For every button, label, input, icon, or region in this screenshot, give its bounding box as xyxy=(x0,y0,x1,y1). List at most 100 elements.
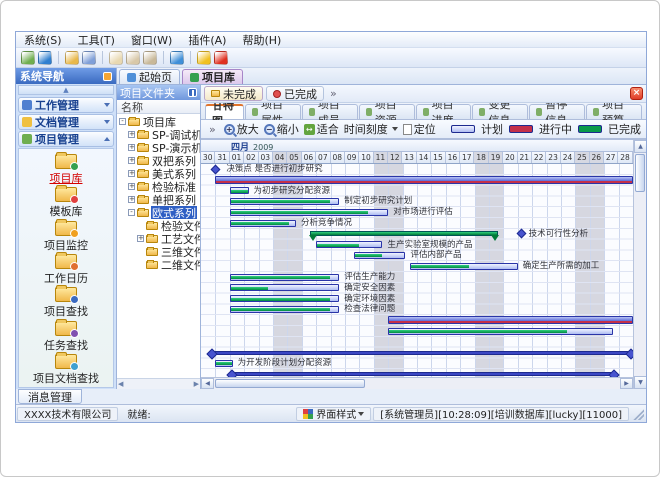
scroll-down-icon[interactable]: ▼ xyxy=(634,376,646,389)
task-bar[interactable] xyxy=(230,274,339,281)
vscroll-thumb[interactable] xyxy=(635,154,645,192)
view-tab[interactable]: 未完成 xyxy=(204,86,263,101)
task-bar[interactable] xyxy=(388,328,613,335)
window-layout-icon[interactable] xyxy=(82,51,96,65)
hscroll-thumb[interactable] xyxy=(215,379,365,388)
sidebar-group[interactable]: 项目管理 xyxy=(18,131,114,147)
exit-icon[interactable] xyxy=(214,51,228,65)
expand-icon[interactable]: + xyxy=(128,170,135,177)
close-icon[interactable]: × xyxy=(630,87,643,100)
view-tabs-overflow[interactable]: » xyxy=(327,87,340,100)
sidebar-item-selected[interactable]: 项目库 xyxy=(21,153,111,186)
open-folder-icon[interactable] xyxy=(65,51,79,65)
gantt-tab[interactable]: 项目成员 xyxy=(302,104,358,119)
expand-icon[interactable]: + xyxy=(128,131,135,138)
task-bar[interactable] xyxy=(230,284,339,291)
tree-item[interactable]: 二维文件 xyxy=(117,258,200,271)
summary-progress-bar[interactable] xyxy=(388,316,633,324)
task-bar[interactable] xyxy=(230,198,339,205)
collapse-icon[interactable]: - xyxy=(128,209,135,216)
tree-item[interactable]: -欧式系列 xyxy=(117,206,200,219)
tree-hscrollbar[interactable]: ◀▶ xyxy=(117,378,200,389)
scroll-right-icon[interactable]: ▶ xyxy=(620,378,633,389)
gantt-tab[interactable]: 项目资源 xyxy=(359,104,415,119)
sidebar-item-entry[interactable]: 工作日历 xyxy=(21,253,111,286)
sidebar-item-entry[interactable]: 项目文档查找 xyxy=(21,354,111,387)
tree-item[interactable]: -项目库 xyxy=(117,115,200,128)
expand-icon[interactable]: + xyxy=(137,235,144,242)
tree-item[interactable]: +双把系列 xyxy=(117,154,200,167)
zoom-in-button[interactable]: +放大 xyxy=(224,121,259,137)
fit-button[interactable]: ↔适合 xyxy=(304,121,339,137)
contacts-icon[interactable] xyxy=(143,51,157,65)
expand-icon[interactable]: + xyxy=(128,196,135,203)
zoom-out-button[interactable]: −缩小 xyxy=(264,121,299,137)
sidebar-window-icon[interactable] xyxy=(103,72,112,81)
task-bar[interactable] xyxy=(230,209,388,216)
task-bar[interactable] xyxy=(230,187,249,194)
sidebar-item-entry[interactable]: 项目查找 xyxy=(21,287,111,320)
schedule-icon[interactable] xyxy=(126,51,140,65)
menu-item[interactable]: 窗口(W) xyxy=(131,32,172,48)
summary-bar[interactable] xyxy=(210,351,633,355)
gantt-tab[interactable]: 甘特图 xyxy=(205,104,244,119)
task-bar[interactable] xyxy=(354,252,406,259)
system-icon[interactable] xyxy=(21,51,35,65)
expand-icon[interactable]: + xyxy=(128,157,135,164)
expand-icon[interactable]: + xyxy=(128,144,135,151)
task-bar[interactable] xyxy=(230,306,339,313)
sidebar-item-entry[interactable]: 任务查找 xyxy=(21,320,111,353)
gantt-tab[interactable]: 项目属性 xyxy=(245,104,301,119)
menu-item[interactable]: 工具(T) xyxy=(78,32,115,48)
gantt-tab[interactable]: 项目进度 xyxy=(416,104,472,119)
tree-item[interactable]: +工艺文件 xyxy=(117,232,200,245)
task-bar[interactable] xyxy=(230,295,339,302)
mail-icon[interactable] xyxy=(109,51,123,65)
network-globe-icon[interactable] xyxy=(38,51,52,65)
toolbar-overflow-chevron[interactable]: » xyxy=(206,123,219,136)
sidebar-group[interactable]: 工作管理 xyxy=(18,97,114,113)
resize-grip[interactable] xyxy=(632,408,644,420)
style-button[interactable]: 界面样式 xyxy=(296,407,371,421)
tree-item[interactable]: +美式系列 xyxy=(117,167,200,180)
sidebar-item-entry[interactable]: 项目监控 xyxy=(21,220,111,253)
gantt-tab[interactable]: 暂停信息 xyxy=(529,104,585,119)
view-tab[interactable]: 已完成 xyxy=(266,86,324,101)
summary-bar[interactable] xyxy=(230,372,616,376)
message-manager-tab[interactable]: 消息管理 xyxy=(18,389,82,404)
scroll-left-icon[interactable]: ◀ xyxy=(118,380,123,388)
phase-bracket[interactable] xyxy=(310,231,497,236)
expand-icon[interactable]: + xyxy=(128,183,135,190)
gantt-tab[interactable]: 变更信息 xyxy=(472,104,528,119)
tree-item[interactable]: 检验文件 xyxy=(117,219,200,232)
scroll-right-icon[interactable]: ▶ xyxy=(194,380,199,388)
gantt-hscrollbar[interactable]: ◀ ▶ xyxy=(201,377,633,389)
menu-item[interactable]: 系统(S) xyxy=(24,32,62,48)
tree-item[interactable]: +检验标准 xyxy=(117,180,200,193)
sidebar-item-entry[interactable]: 模板库 xyxy=(21,186,111,219)
summary-progress-bar[interactable] xyxy=(215,176,633,184)
gantt-tab[interactable]: 项目预算 xyxy=(586,104,642,119)
tree-item[interactable]: 三维文件 xyxy=(117,245,200,258)
task-bar[interactable] xyxy=(410,263,518,270)
task-bar[interactable] xyxy=(316,241,382,248)
task-bar[interactable] xyxy=(215,360,232,367)
menu-item[interactable]: 帮助(H) xyxy=(242,32,281,48)
gantt-vscrollbar[interactable]: ▲ ▼ xyxy=(633,140,646,389)
pin-icon[interactable] xyxy=(188,88,197,97)
task-bar[interactable] xyxy=(230,220,296,227)
tree-item[interactable]: +单把系列 xyxy=(117,193,200,206)
locate-button[interactable]: 定位 xyxy=(403,121,436,137)
document-tab[interactable]: 项目库 xyxy=(182,69,243,84)
scroll-left-icon[interactable]: ◀ xyxy=(201,378,214,389)
time-scale-button[interactable]: 时间刻度 xyxy=(344,121,398,137)
sidebar-group[interactable]: 文档管理 xyxy=(18,114,114,130)
sidebar-collapse-strip[interactable]: ▲ xyxy=(18,85,114,95)
menu-item[interactable]: 插件(A) xyxy=(188,32,226,48)
document-tab[interactable]: 起始页 xyxy=(119,69,180,84)
collapse-icon[interactable]: - xyxy=(119,118,126,125)
scroll-up-icon[interactable]: ▲ xyxy=(634,140,646,153)
tree-item[interactable]: +SP-调试机系列 xyxy=(117,128,200,141)
tree-item[interactable]: +SP-演示机系列 xyxy=(117,141,200,154)
help-icon[interactable] xyxy=(170,51,184,65)
